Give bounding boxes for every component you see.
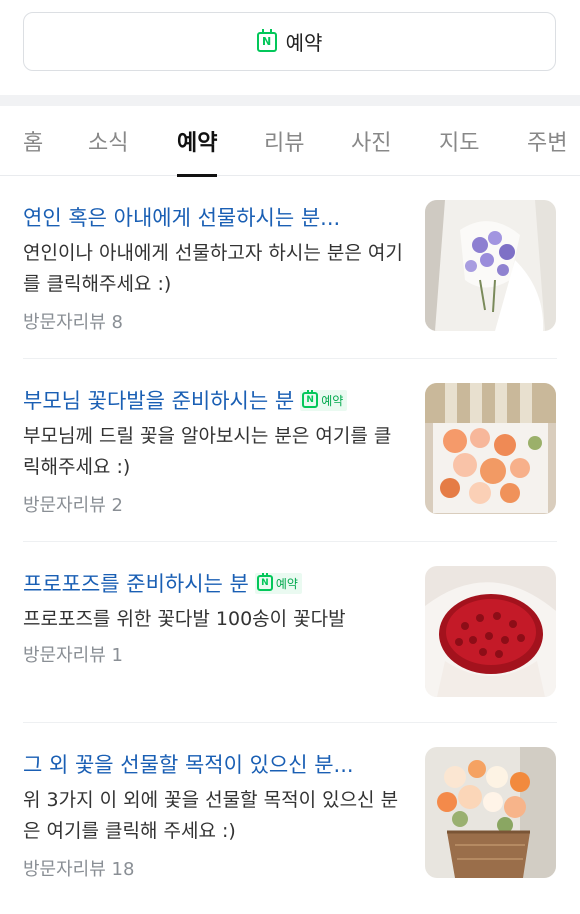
item-description: 부모님께 드릴 꽃을 알아보시는 분은 여기를 클릭해주세요 :) — [23, 425, 392, 478]
item-thumbnail[interactable] — [425, 200, 556, 331]
list-divider — [23, 541, 557, 542]
item-review-count: 방문자리뷰 8 — [23, 312, 123, 333]
flower-photo-red-roses — [425, 566, 556, 697]
reservation-badge: N 예약 — [300, 389, 348, 411]
flower-photo-orange-box — [425, 383, 556, 514]
item-title[interactable]: 그 외 꽃을 선물할 목적이 있으신 분... — [23, 749, 403, 779]
item-review-count: 방문자리뷰 2 — [23, 495, 123, 516]
list-divider — [23, 358, 557, 359]
item-thumbnail[interactable] — [425, 383, 556, 514]
tab-map[interactable]: 지도 — [439, 106, 479, 176]
item-thumbnail[interactable] — [425, 566, 556, 697]
naver-reservation-icon: N — [256, 573, 273, 591]
tab-reviews[interactable]: 리뷰 — [264, 106, 304, 176]
item-review-count: 방문자리뷰 1 — [23, 645, 123, 666]
reservation-badge: N 예약 — [254, 572, 302, 594]
flower-photo-purple — [425, 200, 556, 331]
flower-photo-basket — [425, 747, 556, 878]
tab-photos[interactable]: 사진 — [351, 106, 391, 176]
item-review-count: 방문자리뷰 18 — [23, 859, 135, 880]
tab-bar: 홈 소식 예약 리뷰 사진 지도 주변 — [0, 106, 580, 177]
item-title[interactable]: 부모님 꽃다발을 준비하시는 분 N 예약 — [23, 385, 403, 415]
item-title[interactable]: 연인 혹은 아내에게 선물하시는 분... — [23, 202, 403, 232]
item-title[interactable]: 프로포즈를 준비하시는 분 N 예약 — [23, 568, 403, 598]
reserve-button-label: 예약 — [285, 31, 323, 55]
item-description: 위 3가지 이 외에 꽃을 선물할 목적이 있으신 분은 여기를 클릭해 주세요… — [23, 789, 399, 842]
item-description: 프로포즈를 위한 꽃다발 100송이 꽃다발 — [23, 608, 346, 630]
list-divider — [23, 722, 557, 723]
tab-news[interactable]: 소식 — [88, 106, 128, 176]
tab-home[interactable]: 홈 — [23, 106, 43, 176]
tab-nearby[interactable]: 주변 — [527, 106, 567, 176]
item-description: 연인이나 아내에게 선물하고자 하시는 분은 여기를 클릭해주세요 :) — [23, 242, 403, 295]
reserve-button[interactable]: N 예약 — [23, 12, 556, 71]
section-divider — [0, 95, 580, 106]
tab-reservation[interactable]: 예약 — [177, 106, 218, 177]
naver-reservation-icon: N — [302, 390, 319, 408]
naver-reservation-icon: N — [256, 28, 277, 52]
reserve-section: N 예약 — [0, 0, 580, 95]
item-thumbnail[interactable] — [425, 747, 556, 878]
